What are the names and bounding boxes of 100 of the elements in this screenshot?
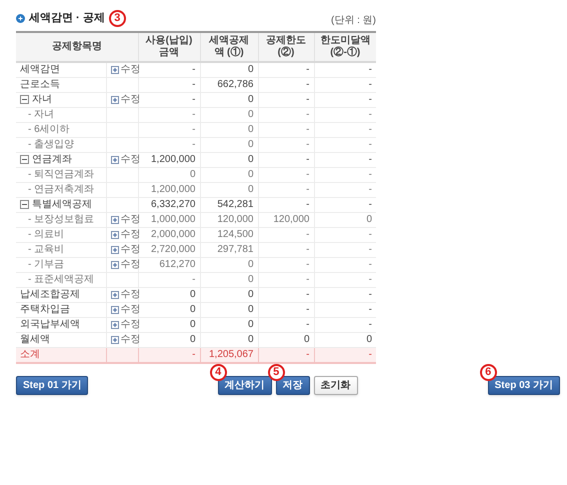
item-name: 특별세액공제 (32, 199, 92, 211)
table-cell: 2,720,000 (151, 244, 196, 255)
table-cell: 0 (248, 304, 254, 315)
table-cell: - (192, 139, 196, 150)
plus-square-icon (110, 291, 118, 299)
table-cell: 0 (366, 214, 372, 225)
table-cell: 0 (248, 334, 254, 345)
table-cell: 0 (190, 169, 196, 180)
table-cell: - (306, 304, 310, 315)
item-name: - 의료비 (28, 229, 64, 241)
table-cell: - (306, 64, 310, 75)
table-cell: 0 (248, 64, 254, 75)
table-cell: - (192, 94, 196, 105)
table-cell: - (368, 199, 372, 210)
table-cell: 0 (304, 334, 310, 345)
table-cell: 120,000 (273, 214, 310, 225)
item-name: - 보장성보험료 (28, 214, 94, 226)
table-cell: - (192, 64, 196, 75)
table-cell: 6,332,270 (151, 199, 196, 210)
action-button[interactable]: 저장 (276, 376, 310, 395)
edit-link[interactable]: 수정 (110, 289, 140, 301)
table-cell: 0 (248, 169, 254, 180)
item-name: - 연금저축계좌 (28, 184, 94, 196)
table-cell: - (306, 169, 310, 180)
table-cell: 0 (248, 124, 254, 135)
table-cell: 0 (248, 109, 254, 120)
plus-square-icon (110, 306, 118, 314)
table-cell: 1,200,000 (151, 154, 196, 165)
table-cell: 2,000,000 (151, 229, 196, 240)
section-title: 세액감면 · 공제 (29, 12, 105, 26)
edit-link[interactable]: 수정 (110, 244, 140, 256)
table-cell: 0 (190, 319, 196, 330)
collapse-icon[interactable] (20, 95, 29, 104)
item-name: - 6세이하 (28, 124, 70, 136)
edit-link[interactable]: 수정 (110, 154, 140, 166)
item-name: 주택차입금 (20, 304, 70, 316)
table-cell: - (192, 349, 196, 360)
table-cell: - (368, 349, 372, 360)
item-name: 연금계좌 (32, 154, 72, 166)
table-cell: - (306, 124, 310, 135)
table-cell: - (368, 229, 372, 240)
table-cell: 0 (248, 154, 254, 165)
table-cell: 542,281 (217, 199, 254, 210)
edit-link[interactable]: 수정 (110, 64, 140, 76)
table-cell: - (368, 259, 372, 270)
action-button[interactable]: 초기화 (314, 376, 358, 395)
table-cell: 662,786 (217, 79, 254, 90)
action-button[interactable]: Step 01 가기 (16, 376, 88, 395)
step-number: 3 (108, 10, 126, 27)
table-cell: 0 (248, 319, 254, 330)
edit-link[interactable]: 수정 (110, 94, 140, 106)
table-cell: 0 (190, 304, 196, 315)
collapse-icon[interactable] (20, 200, 29, 210)
table-cell: - (368, 169, 372, 180)
plus-square-icon (110, 246, 118, 254)
item-name: 외국납부세액 (20, 319, 80, 331)
table-cell: - (368, 289, 372, 300)
table-cell: - (306, 274, 310, 285)
table-cell: - (306, 229, 310, 240)
item-name: - 퇴직연금계좌 (28, 169, 94, 181)
table-cell: 0 (248, 274, 254, 285)
edit-link[interactable]: 수정 (110, 259, 140, 271)
table-cell: - (192, 124, 196, 135)
table-cell: - (192, 79, 196, 90)
table-cell: - (368, 319, 372, 330)
table-cell: - (368, 109, 372, 120)
table-cell: 0 (248, 139, 254, 150)
edit-link[interactable]: 수정 (110, 319, 140, 331)
edit-link[interactable]: 수정 (110, 214, 140, 226)
table-cell: - (306, 184, 310, 195)
plus-square-icon (110, 261, 118, 269)
item-name: 근로소득 (20, 79, 60, 91)
collapse-icon[interactable] (20, 155, 29, 164)
table-cell: - (306, 199, 310, 210)
column-header: 세액공제액 (①) (209, 35, 249, 58)
action-button[interactable]: Step 03 가기 (488, 376, 560, 395)
action-button[interactable]: 계산하기 (218, 376, 272, 395)
table-cell: - (368, 124, 372, 135)
edit-link[interactable]: 수정 (110, 304, 140, 316)
table-cell: 1,200,000 (151, 184, 196, 195)
item-name: - 출생입양 (28, 139, 74, 151)
table-cell: - (306, 109, 310, 120)
table-cell: - (192, 274, 196, 285)
table-cell: 297,781 (217, 244, 254, 255)
step-number: 5 (268, 364, 285, 381)
edit-link[interactable]: 수정 (110, 229, 140, 241)
unit-label: (단위 : 원) (331, 15, 376, 27)
table-cell: 0 (248, 259, 254, 270)
edit-link[interactable]: 수정 (110, 334, 140, 346)
item-name: - 교육비 (28, 244, 64, 256)
item-name: 자녀 (32, 94, 52, 106)
step-number: 4 (210, 364, 227, 381)
table-cell: 0 (366, 334, 372, 345)
table-cell: - (306, 259, 310, 270)
table-cell: 0 (190, 334, 196, 345)
table-cell: - (192, 109, 196, 120)
table-cell: - (306, 244, 310, 255)
table-cell: - (368, 64, 372, 75)
table-cell: - (368, 274, 372, 285)
table-cell: - (368, 154, 372, 165)
